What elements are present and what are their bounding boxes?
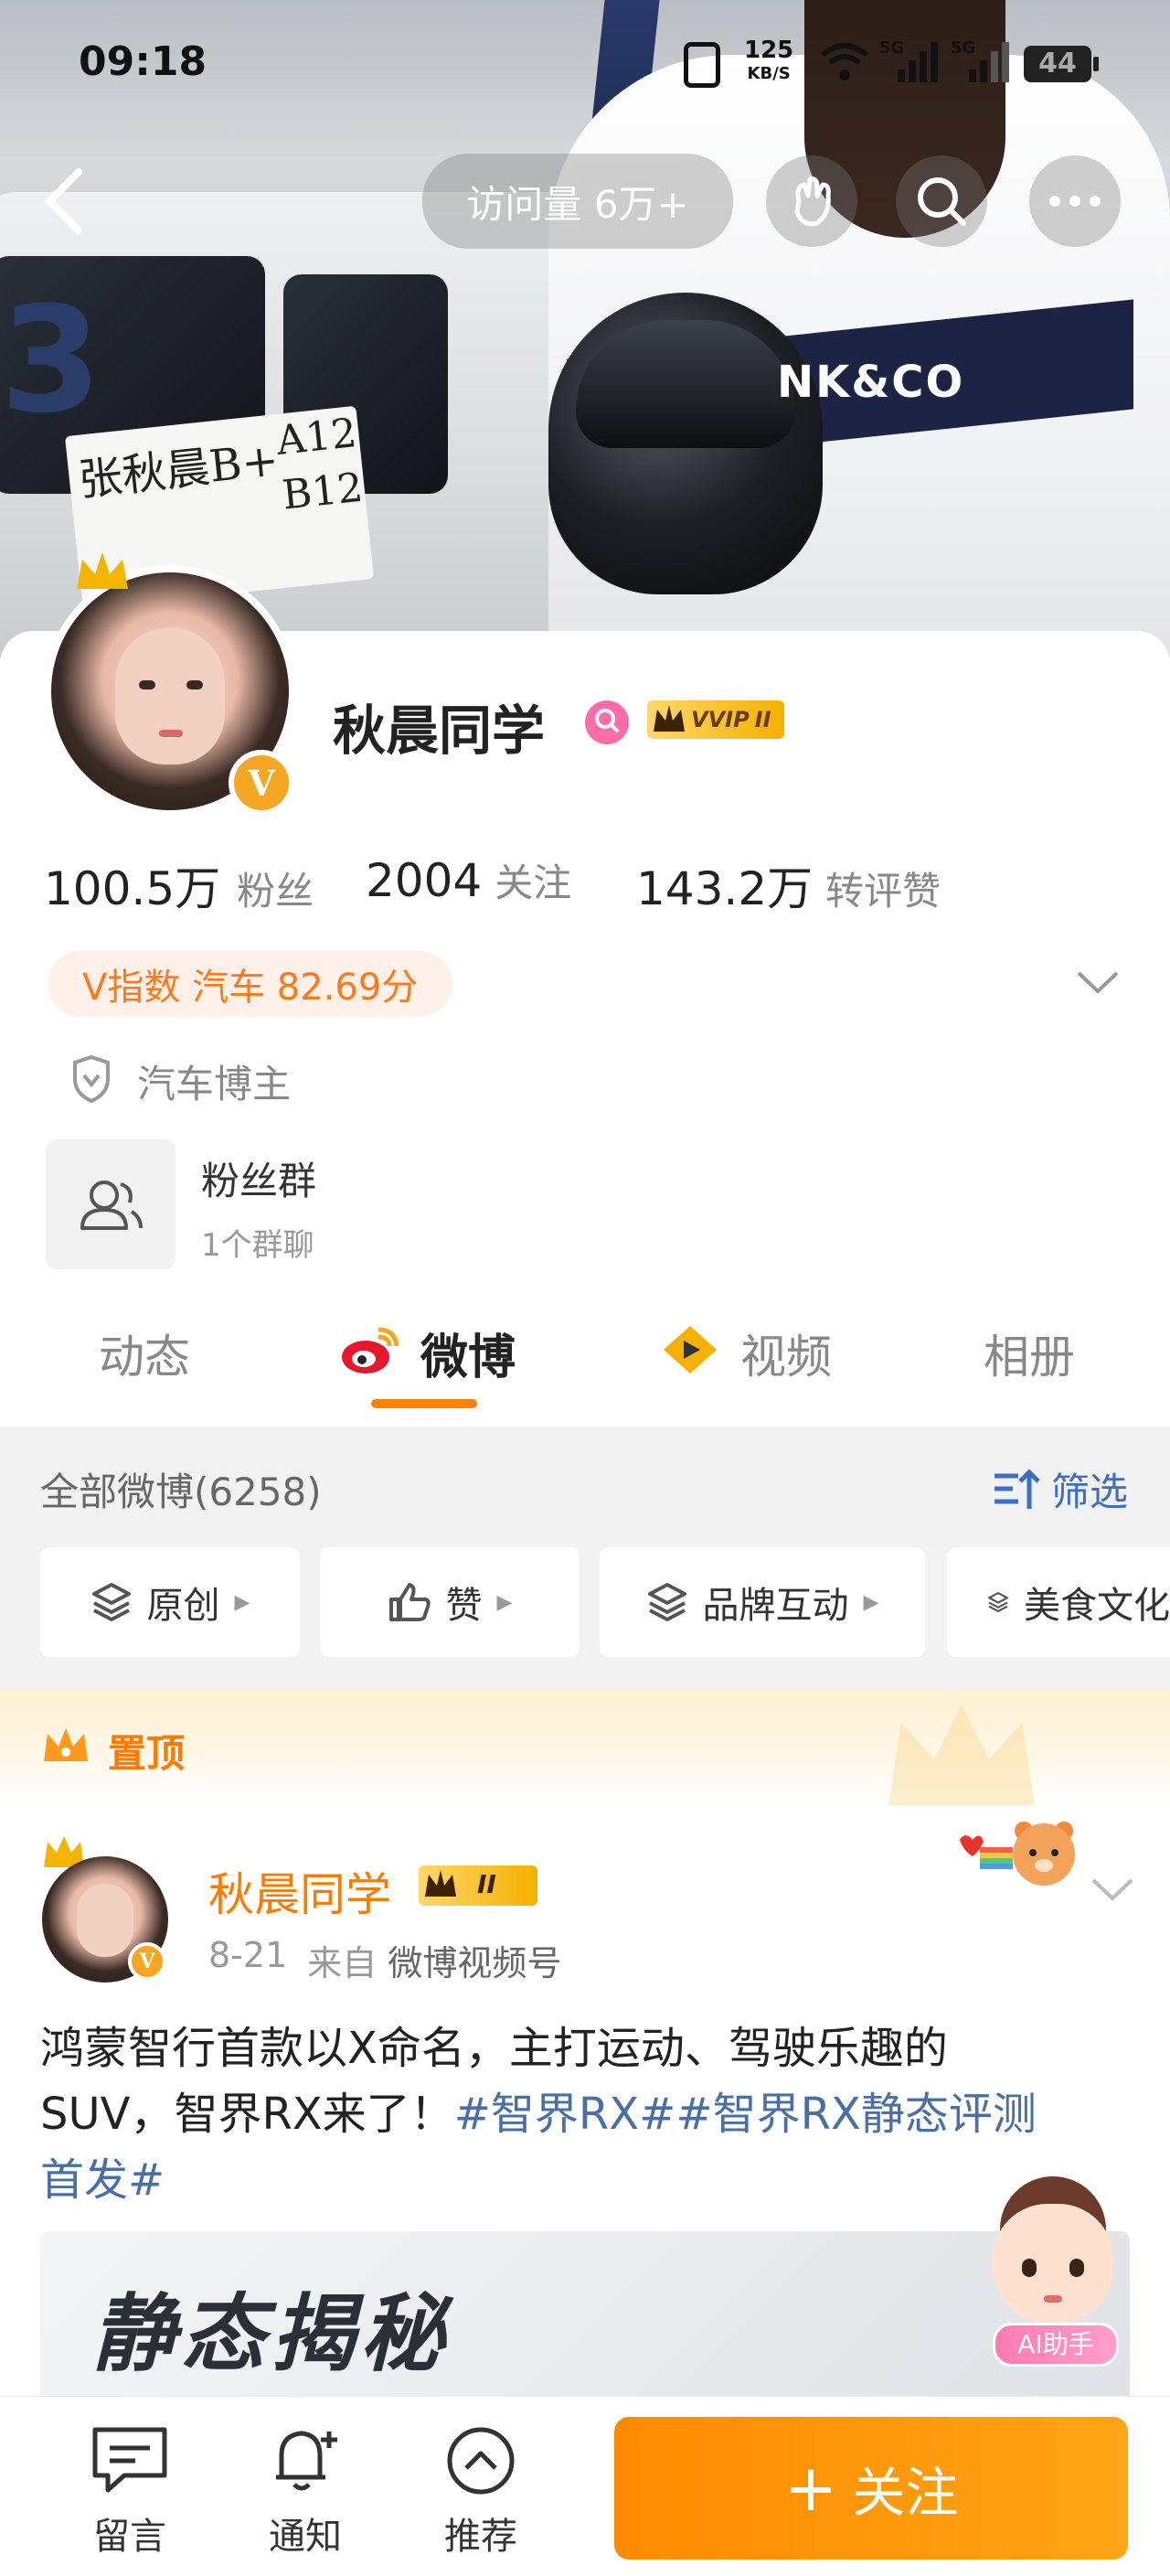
weibo-logo-icon (338, 1324, 402, 1381)
bottom-bar: 留言 通知 推荐 + 关注 (0, 2396, 1170, 2576)
chip-brand[interactable]: 品牌互动 ▶ (600, 1547, 925, 1657)
likes-stat[interactable]: 143.2万 转评赞 (636, 852, 941, 918)
recommend-button[interactable]: 推荐 (426, 2424, 536, 2560)
search-icon (918, 177, 966, 226)
verified-badge-icon: V (229, 750, 294, 816)
all-posts-count: 全部微博(6258) (40, 1470, 322, 1514)
vip-badge[interactable]: VVIP II (647, 700, 784, 739)
crown-watermark-icon (879, 1695, 1044, 1818)
battery-icon: 44 (1024, 46, 1091, 82)
cover-image: 3 张秋晨B+ A12 B12 NK&CO (0, 0, 1170, 658)
thumbnail-title: 静态揭秘 (91, 2285, 451, 2383)
plus-icon: + (783, 2451, 838, 2526)
visit-count-button[interactable]: 访问量 6万+ (422, 154, 733, 249)
notify-button[interactable]: 通知 (250, 2424, 360, 2560)
crown-icon (73, 549, 132, 600)
battery-tip (1093, 57, 1099, 71)
profile-name: 秋晨同学 (333, 700, 546, 762)
post-hashtag[interactable]: #智界RX##智界RX静态评测 (454, 2089, 1037, 2140)
chevron-right-icon: ▶ (234, 1590, 250, 1614)
follow-button[interactable]: + 关注 (614, 2417, 1128, 2560)
female-icon (585, 700, 629, 744)
bell-plus-icon (276, 2431, 337, 2491)
chip-like[interactable]: 赞 ▶ (320, 1547, 580, 1657)
chip-food[interactable]: 美食文化 (947, 1547, 1170, 1657)
wifi-icon (819, 40, 870, 86)
chevron-down-icon (1077, 971, 1119, 994)
net-speed: 125 KB/S (744, 37, 794, 83)
vibrate-icon (684, 42, 720, 88)
post-author-name[interactable]: 秋晨同学 (208, 1858, 391, 1924)
tab-dynamic[interactable]: 动态 (99, 1320, 190, 1386)
signal-icon: 5G (951, 38, 1009, 88)
post-menu-button[interactable] (1090, 1873, 1135, 1909)
v-index-badge[interactable]: V指数 汽车 82.69分 (48, 951, 453, 1017)
search-button[interactable] (896, 155, 987, 247)
signal-icon: 5G (879, 38, 938, 88)
filter-icon (994, 1468, 1040, 1509)
layers-icon (988, 1592, 1008, 1612)
shield-icon (69, 1053, 113, 1108)
car-number: 3 (0, 274, 102, 445)
expand-profile-button[interactable] (1075, 964, 1121, 1004)
filter-button[interactable]: 筛选 (991, 1461, 1128, 1517)
tab-video[interactable]: 视频 (740, 1320, 832, 1386)
verified-badge-icon: V (128, 1942, 166, 1981)
layers-icon (91, 1583, 131, 1621)
ai-assistant-button[interactable]: AI助手 (973, 2176, 1133, 2368)
more-icon (1049, 196, 1101, 207)
layers-icon (647, 1583, 686, 1621)
ai-assistant-label: AI助手 (993, 2323, 1119, 2367)
message-button[interactable]: 留言 (75, 2424, 185, 2560)
message-icon (92, 2427, 167, 2493)
fan-group-subtitle: 1个群聊 (201, 1227, 314, 1264)
vip-crown-icon (654, 705, 685, 732)
back-button[interactable] (37, 165, 91, 238)
vip-crown-icon (425, 1870, 456, 1897)
chevron-right-icon: ▶ (496, 1590, 513, 1614)
post-vip-badge: II (419, 1865, 537, 1906)
video-icon (658, 1322, 722, 1381)
chevron-up-circle-icon (447, 2427, 515, 2495)
following-stat[interactable]: 2004 关注 (366, 852, 571, 908)
fan-group-title[interactable]: 粉丝群 (201, 1150, 316, 1206)
chip-original[interactable]: 原创 ▶ (40, 1547, 300, 1657)
suit-brand: NK&CO (777, 357, 965, 408)
pinned-label: 置顶 (108, 1731, 186, 1776)
post-video-thumbnail[interactable]: 静态揭秘 (40, 2231, 1130, 2396)
back-arrow-icon (44, 168, 82, 234)
chevron-down-icon (1091, 1878, 1133, 1901)
tab-album[interactable]: 相册 (984, 1320, 1075, 1386)
fan-group-icon[interactable] (46, 1139, 176, 1269)
fans-stat[interactable]: 100.5万 粉丝 (44, 852, 314, 918)
cheer-button[interactable] (766, 155, 857, 247)
thumb-up-icon (388, 1583, 431, 1621)
profile-tag: 汽车博主 (137, 1062, 292, 1106)
status-time: 09:18 (79, 38, 207, 85)
post-meta: 8-21 来自 微博视频号 (208, 1935, 562, 1983)
cheer-hand-icon (794, 176, 831, 227)
tab-weibo[interactable]: 微博 (420, 1319, 516, 1387)
chevron-right-icon: ▶ (863, 1590, 879, 1614)
more-button[interactable] (1029, 155, 1121, 247)
pinned-crown-icon (40, 1725, 91, 1770)
bear-sticker-icon (956, 1812, 1075, 1898)
tab-active-indicator (371, 1399, 477, 1408)
